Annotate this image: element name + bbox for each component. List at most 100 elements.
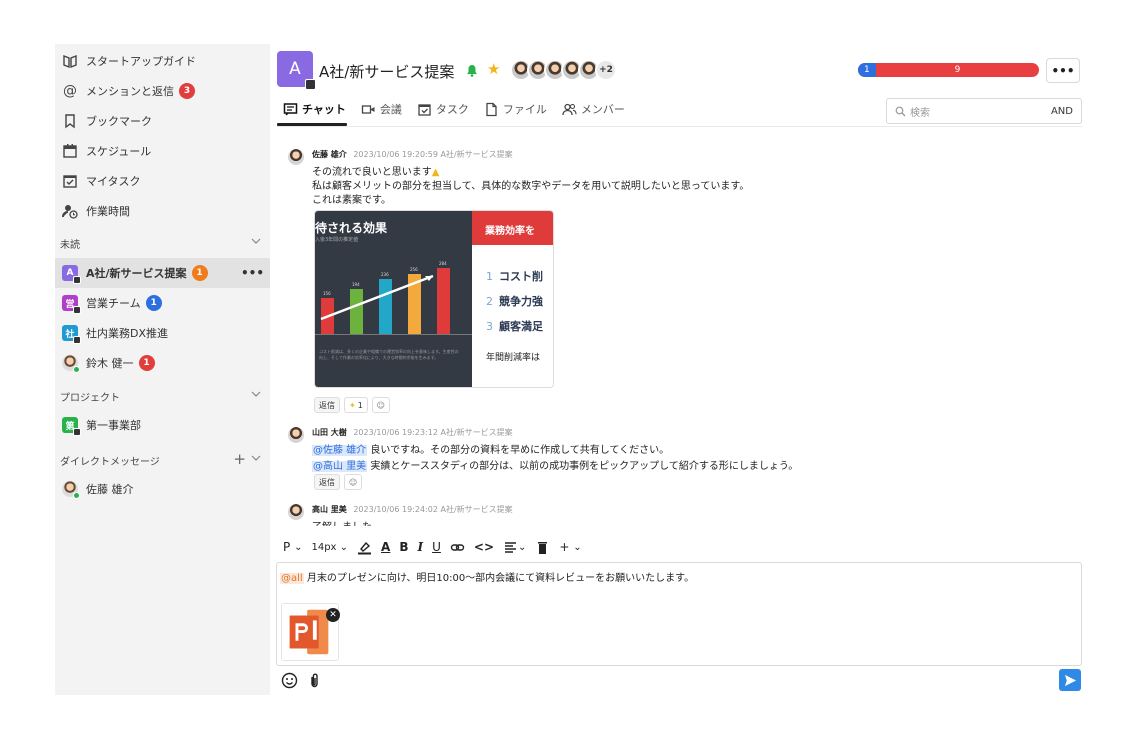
- guide-icon: [62, 53, 78, 69]
- add-member-icon[interactable]: +2: [595, 59, 617, 81]
- sidebar-item-my-tasks[interactable]: マイタスク: [55, 166, 270, 196]
- tab-tasks[interactable]: タスク: [417, 101, 469, 117]
- notification-bell-icon[interactable]: [466, 64, 478, 77]
- channel-tabs: チャット 会議 タスク ファイル メンバー: [283, 101, 640, 117]
- sidebar-item-suzuki[interactable]: 鈴木 健一 1: [55, 348, 270, 378]
- sidebar-item-a-company-proposal[interactable]: A A社/新サービス提案 1 •••: [55, 258, 270, 288]
- align-icon[interactable]: ⌄: [503, 540, 526, 555]
- unread-section-header[interactable]: 未読: [55, 231, 270, 255]
- more-icon[interactable]: •••: [241, 266, 264, 280]
- search-mode-toggle[interactable]: AND: [1051, 106, 1073, 117]
- sidebar-item-work-time[interactable]: 作業時間: [55, 196, 270, 226]
- insert-more-icon[interactable]: + ⌄: [559, 540, 581, 554]
- chevron-down-icon[interactable]: [251, 389, 261, 399]
- work-time-icon: [62, 203, 78, 219]
- slide-footnote: コスト削減は、多くの企業や組織での運営効率の向上を意味します。生産性の向上、そし…: [319, 349, 459, 360]
- reply-button[interactable]: 返信: [314, 397, 340, 413]
- font-size-dropdown[interactable]: 14px ⌄: [311, 542, 348, 553]
- send-icon: [1064, 674, 1076, 686]
- reply-button[interactable]: 返信: [314, 474, 340, 490]
- sidebar-item-first-division[interactable]: 第 第一事業部: [55, 410, 270, 440]
- sidebar-item-label: マイタスク: [86, 175, 141, 188]
- sidebar-item-label: スケジュール: [86, 145, 152, 158]
- sidebar-item-sales-team[interactable]: 営 営業チーム 1: [55, 288, 270, 318]
- avatar[interactable]: [288, 427, 304, 443]
- paragraph-style-dropdown[interactable]: P ⌄: [283, 540, 302, 554]
- slide-item: 1 コスト削: [486, 270, 543, 283]
- tab-files[interactable]: ファイル: [484, 101, 547, 117]
- link-icon[interactable]: [450, 540, 465, 555]
- message-author[interactable]: 佐藤 雄介: [312, 150, 347, 159]
- delete-icon[interactable]: [535, 540, 550, 555]
- avatar[interactable]: [288, 149, 304, 165]
- remove-attachment-icon[interactable]: ✕: [326, 608, 340, 622]
- search-input[interactable]: 検索 AND: [886, 98, 1082, 124]
- message-author[interactable]: 高山 里美: [312, 505, 347, 514]
- emoji-icon[interactable]: [281, 672, 298, 689]
- sidebar-item-label: 佐藤 雄介: [86, 483, 134, 496]
- user-mention[interactable]: @高山 里美: [312, 461, 368, 472]
- sidebar-item-label: ブックマーク: [86, 115, 152, 128]
- favorite-star-icon[interactable]: ★: [487, 60, 500, 78]
- sidebar-item-label: 社内業務DX推進: [86, 327, 169, 340]
- slide-note: 年間削減率は: [486, 353, 541, 363]
- progress-done: 1: [858, 63, 877, 77]
- tab-meeting[interactable]: 会議: [361, 101, 402, 117]
- project-section-header[interactable]: プロジェクト: [55, 384, 270, 408]
- task-progress-bar[interactable]: 1 9: [858, 63, 1039, 77]
- sidebar-item-sato[interactable]: 佐藤 雄介: [55, 474, 270, 504]
- avatar[interactable]: [288, 504, 304, 520]
- sidebar-item-label: 第一事業部: [86, 419, 141, 432]
- tab-label: メンバー: [580, 103, 625, 116]
- sidebar-item-label: 鈴木 健一: [86, 357, 134, 370]
- underline-icon[interactable]: U: [432, 540, 441, 554]
- message-text: @高山 里美 実績とケーススタディの部分は、以前の成功事例をピックアップして紹介…: [312, 461, 799, 472]
- chat-icon: [283, 102, 298, 116]
- trend-arrow-icon: [320, 274, 434, 321]
- sidebar-item-dx-promotion[interactable]: 社 社内業務DX推進: [55, 318, 270, 348]
- sidebar-item-bookmark[interactable]: ブックマーク: [55, 106, 270, 136]
- add-reaction-icon[interactable]: ☺: [344, 474, 362, 490]
- bookmark-icon: [62, 113, 78, 129]
- task-icon: [418, 103, 431, 116]
- sidebar-item-startup-guide[interactable]: スタートアップガイド: [55, 46, 270, 76]
- dm-section-header[interactable]: ダイレクトメッセージ +: [55, 448, 270, 472]
- member-avatars[interactable]: +2: [510, 59, 617, 83]
- slide-axis: [315, 334, 472, 335]
- code-icon[interactable]: <>: [474, 540, 494, 554]
- message-author[interactable]: 山田 大樹: [312, 428, 347, 437]
- slide-attachment-preview[interactable]: 待される効果 入後3年間の推定値 156 194 236 256 284 コスト削減は、…: [314, 210, 554, 388]
- online-status-icon: [73, 366, 80, 373]
- highlight-icon[interactable]: [357, 540, 372, 555]
- chevron-down-icon[interactable]: [251, 236, 261, 246]
- italic-icon[interactable]: I: [417, 540, 423, 554]
- message-composer[interactable]: @all 月末のプレゼンに向け、明日10:00〜部内会議にて資料レビューをお願い…: [276, 562, 1082, 666]
- add-dm-button[interactable]: +: [233, 450, 246, 468]
- lock-icon: [73, 428, 81, 436]
- font-color-icon[interactable]: A: [381, 540, 390, 554]
- chevron-down-icon[interactable]: [251, 453, 261, 463]
- message-meta: 佐藤 雄介 2023/10/06 19:20:59 A社/新サービス提案: [312, 149, 513, 160]
- sidebar-item-schedule[interactable]: スケジュール: [55, 136, 270, 166]
- bold-icon[interactable]: B: [399, 540, 408, 554]
- lock-icon: [73, 336, 81, 344]
- tab-members[interactable]: メンバー: [562, 101, 625, 117]
- more-options-button[interactable]: •••: [1046, 58, 1080, 83]
- all-mention[interactable]: @all: [280, 573, 304, 584]
- user-mention[interactable]: @佐藤 雄介: [312, 445, 368, 456]
- tab-chat[interactable]: チャット: [283, 101, 346, 117]
- composer-text[interactable]: @all 月末のプレゼンに向け、明日10:00〜部内会議にて資料レビューをお願い…: [280, 569, 694, 584]
- page-title: A社/新サービス提案: [319, 63, 455, 81]
- slide-text-panel: 業務効率を 1 コスト削 2 競争力強 3 顧客満足 年間削減率は: [472, 211, 553, 387]
- sidebar-item-label: 作業時間: [86, 205, 130, 218]
- section-title: ダイレクトメッセージ: [60, 456, 160, 468]
- add-reaction-icon[interactable]: ☺: [371, 397, 390, 413]
- divider: [277, 126, 1082, 127]
- clap-reaction[interactable]: ✦ 1: [344, 397, 368, 413]
- channel-avatar: 社: [62, 325, 81, 344]
- mention-count-badge: 3: [179, 83, 195, 99]
- send-button[interactable]: [1059, 669, 1081, 691]
- sidebar-item-mentions[interactable]: @ メンションと返信 3: [55, 76, 270, 106]
- message-text: 私は顧客メリットの部分を担当して、具体的な数字やデータを用いて説明したいと思って…: [312, 181, 750, 192]
- paperclip-icon[interactable]: [306, 672, 323, 689]
